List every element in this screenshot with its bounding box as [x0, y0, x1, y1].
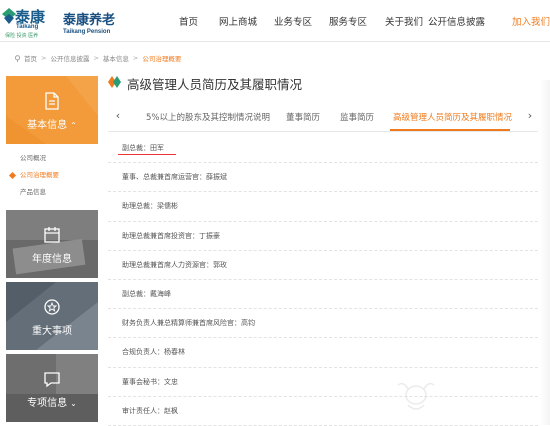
breadcrumb-home[interactable]: 首页 — [24, 53, 37, 63]
breadcrumb-disclosure[interactable]: 公开信息披露 — [50, 53, 89, 63]
list-item[interactable]: 审计责任人：赵枫 — [108, 397, 538, 426]
highlight-underline — [118, 154, 176, 155]
tab-directors[interactable]: 董事简历 — [286, 111, 320, 123]
top-header: 泰康 Taikang 保险 投资 医养 泰康养老 Taikang Pension… — [0, 0, 550, 42]
chevron-down-icon: ⌄ — [70, 399, 77, 408]
nav-about[interactable]: 关于我们 — [385, 14, 423, 28]
list-item[interactable]: 助理总裁：梁儒彬 — [108, 192, 538, 221]
list-item[interactable]: 财务负责人兼总精算师兼首席风险官：高钧 — [108, 309, 538, 338]
tab-supervisors[interactable]: 监事简历 — [340, 111, 374, 123]
executive-list: 副总裁：田军 董事、总裁兼首席运营官：薛振斌 助理总裁：梁儒彬 助理总裁兼首席投… — [108, 134, 538, 426]
tab-senior-management[interactable]: 高级管理人员简历及其履职情况 — [393, 111, 512, 123]
nav-home[interactable]: 首页 — [179, 14, 198, 28]
sidebar-submenu: 公司概况 公司治理概要 产品信息 — [6, 144, 98, 210]
nav-disclosure[interactable]: 公开信息披露 — [428, 14, 485, 28]
list-item[interactable]: 合规负责人：杨春林 — [108, 338, 538, 367]
list-item[interactable]: 助理总裁兼首席人力资源官：郭玫 — [108, 251, 538, 280]
active-tab-indicator — [390, 129, 510, 131]
breadcrumb-separator: > — [41, 54, 46, 62]
card-label-text: 基本信息 — [27, 120, 67, 131]
taikang-logo[interactable]: 泰康 Taikang 保险 投资 医养 — [2, 6, 52, 38]
card-label: 专项信息⌄ — [6, 394, 98, 409]
nav-service[interactable]: 服务专区 — [329, 14, 367, 28]
title-row: 高级管理人员简历及其履职情况 — [108, 72, 538, 94]
card-label-text: 专项信息 — [27, 398, 67, 409]
breadcrumb-separator: > — [133, 54, 138, 62]
list-item[interactable]: 董事会秘书：文忠 — [108, 368, 538, 397]
card-decoration — [6, 76, 98, 144]
sidebar-card-basic-info[interactable]: 基本信息⌃ — [6, 76, 98, 144]
sidebar-item-governance[interactable]: 公司治理概要 — [6, 167, 98, 184]
page-edge-shadow — [540, 80, 550, 425]
chevron-up-icon: ⌃ — [70, 121, 77, 130]
sidebar-item-company-overview[interactable]: 公司概况 — [6, 150, 98, 167]
list-item[interactable]: 副总裁：田军 — [108, 134, 538, 163]
taikang-pension-logo[interactable]: 泰康养老 Taikang Pension — [63, 9, 133, 37]
nav-online-mall[interactable]: 网上商城 — [219, 14, 257, 28]
pension-logo-en: Taikang Pension — [63, 29, 133, 35]
pension-logo-text: 泰康养老 — [63, 9, 133, 28]
document-icon — [44, 92, 60, 110]
breadcrumb-basic-info[interactable]: 基本信息 — [103, 53, 129, 63]
sidebar-item-products[interactable]: 产品信息 — [6, 184, 98, 201]
tab-next-arrow-icon[interactable]: › — [524, 109, 536, 122]
taikang-slogan: 保险 投资 医养 — [5, 32, 38, 39]
list-item[interactable]: 董事、总裁兼首席运营官：薛振斌 — [108, 163, 538, 192]
list-item[interactable]: 副总裁：戴海峰 — [108, 280, 538, 309]
tab-shareholders[interactable]: 5%以上的股东及其控制情况说明 — [146, 111, 270, 123]
breadcrumb: 首页 > 公开信息披露 > 基本信息 > 公司治理概要 — [14, 52, 181, 64]
calendar-icon — [44, 226, 60, 244]
major-events-background — [6, 282, 98, 350]
sidebar-card-major-events[interactable]: 重大事项 — [6, 282, 98, 350]
sidebar-card-annual-info[interactable]: 年度信息 — [6, 210, 98, 278]
sidebar-card-special-info[interactable]: 专项信息⌄ — [6, 354, 98, 422]
tab-prev-arrow-icon[interactable]: ‹ — [112, 109, 124, 122]
taikang-logo-mark-icon — [2, 8, 16, 26]
chat-icon — [44, 370, 60, 388]
star-circle-icon — [44, 298, 60, 316]
breadcrumb-separator: > — [93, 54, 98, 62]
main-content: 高级管理人员简历及其履职情况 ‹ 5%以上的股东及其控制情况说明 董事简历 监事… — [108, 72, 538, 94]
taikang-logo-en: Taikang — [16, 24, 38, 30]
card-label: 年度信息 — [6, 250, 98, 265]
nav-business[interactable]: 业务专区 — [274, 14, 312, 28]
nav-join-us[interactable]: 加入我们 — [512, 14, 550, 28]
tab-bar: ‹ 5%以上的股东及其控制情况说明 董事简历 监事简历 高级管理人员简历及其履职… — [108, 102, 538, 132]
breadcrumb-current: 公司治理概要 — [142, 53, 181, 63]
bull-watermark-icon — [394, 379, 438, 413]
special-info-background — [6, 354, 98, 422]
annual-info-background — [6, 210, 98, 278]
sidebar: 基本信息⌃ 公司概况 公司治理概要 产品信息 年度信息 — [6, 76, 98, 422]
page-title: 高级管理人员简历及其履职情况 — [127, 74, 302, 93]
list-item[interactable]: 助理总裁兼首席投资官：丁振豪 — [108, 222, 538, 251]
list-item-text: 副总裁：田军 — [122, 144, 164, 152]
title-diamond-icon — [108, 76, 122, 88]
card-label: 重大事项 — [6, 322, 98, 337]
home-icon[interactable] — [14, 55, 21, 62]
card-label: 基本信息⌃ — [6, 116, 98, 131]
